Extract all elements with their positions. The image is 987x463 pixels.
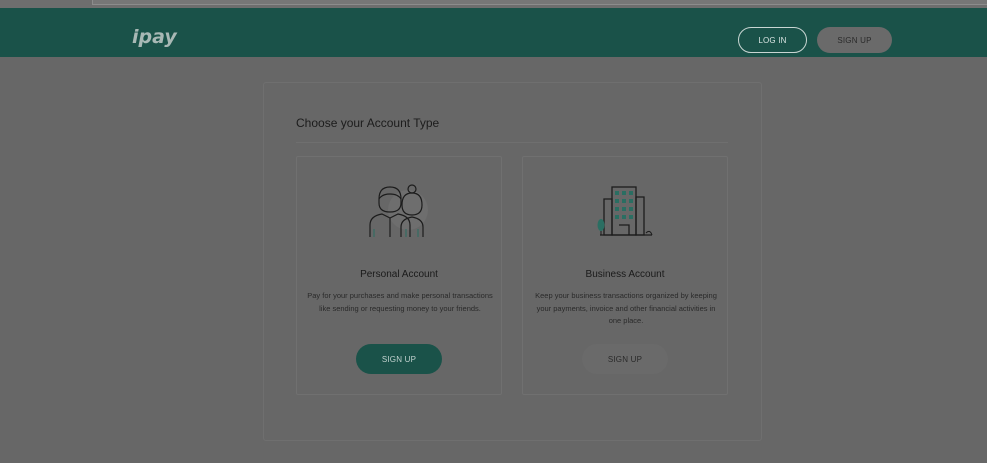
header-signup-button[interactable]: SIGN UP xyxy=(817,27,892,53)
browser-address-strip xyxy=(0,0,987,8)
login-button[interactable]: LOG IN xyxy=(738,27,807,53)
ipay-logo[interactable]: ipay xyxy=(130,24,190,48)
account-description: Keep your business transactions organize… xyxy=(535,291,717,325)
account-title: Business Account xyxy=(585,269,665,280)
office-building-icon xyxy=(597,186,653,236)
business-account-card[interactable]: Business Account Keep your business tran… xyxy=(522,156,728,395)
personal-account-card[interactable]: Personal Account Pay for your purchases … xyxy=(296,156,502,395)
top-navbar: ipay LOG IN SIGN UP xyxy=(0,8,987,57)
personal-signup-button[interactable]: SIGN UP xyxy=(356,344,442,374)
account-description: Pay for your purchases and make personal… xyxy=(307,291,493,313)
title-divider xyxy=(296,142,728,143)
account-title: Personal Account xyxy=(360,269,438,280)
couple-icon xyxy=(369,184,428,237)
page-title: Choose your Account Type xyxy=(296,116,440,130)
address-bar[interactable] xyxy=(92,0,987,5)
business-signup-button[interactable]: SIGN UP xyxy=(582,344,668,374)
svg-text:ipay: ipay xyxy=(132,26,178,48)
